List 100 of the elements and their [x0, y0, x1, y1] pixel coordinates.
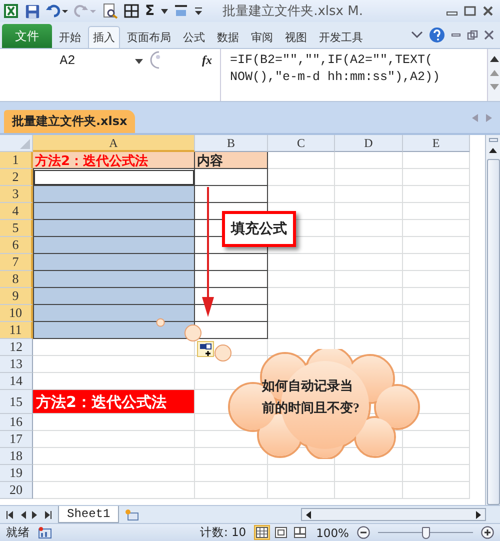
- scrollbar-thumb[interactable]: [486, 159, 500, 505]
- slider-thumb[interactable]: [422, 526, 430, 538]
- horizontal-scrollbar[interactable]: [301, 508, 486, 521]
- row-header[interactable]: 18: [0, 448, 33, 465]
- macro-record-icon[interactable]: [38, 526, 52, 538]
- sheet-prev-icon[interactable]: [19, 510, 26, 518]
- resize-handle[interactable]: [156, 318, 165, 327]
- sheet-tab[interactable]: Sheet1: [58, 506, 120, 523]
- row-header[interactable]: 2: [0, 169, 33, 186]
- scroll-up-icon[interactable]: [489, 148, 497, 153]
- autofill-options-icon[interactable]: [197, 341, 214, 357]
- row-header[interactable]: 6: [0, 237, 33, 254]
- customize-menu-icon[interactable]: [194, 6, 203, 16]
- sheet-last-icon[interactable]: [45, 510, 52, 518]
- column-header[interactable]: B: [195, 135, 268, 152]
- row-header[interactable]: 3: [0, 186, 33, 203]
- count-text: 计数: 10: [200, 525, 246, 540]
- resize-handle[interactable]: [184, 324, 202, 342]
- zoom-in-icon[interactable]: [481, 526, 494, 539]
- table-cell: [403, 271, 470, 288]
- print-preview-icon[interactable]: [102, 3, 118, 19]
- maximize-icon[interactable]: [464, 5, 476, 17]
- resize-handle[interactable]: [214, 344, 232, 362]
- row-header[interactable]: 10: [0, 305, 33, 322]
- row-header[interactable]: 5: [0, 220, 33, 237]
- caret-icon[interactable]: [160, 8, 168, 14]
- table-cell: [335, 186, 403, 203]
- formula-field[interactable]: =IF(B2="","",IF(A2="",TEXT( NOW(),"e-m-d hh:mm:ss"),A2)): [221, 49, 487, 86]
- table-cell: [268, 482, 335, 499]
- file-tab[interactable]: 文件: [2, 24, 52, 48]
- ribbon-tab[interactable]: 开发工具: [314, 26, 368, 48]
- table-cell: [403, 305, 470, 322]
- zoom-out-icon[interactable]: [357, 526, 370, 539]
- table-cell: [403, 220, 470, 237]
- ribbon-tab[interactable]: 审阅: [246, 26, 278, 48]
- page-layout-icon[interactable]: [273, 525, 290, 540]
- column-header[interactable]: A: [33, 135, 195, 152]
- column-header[interactable]: E: [403, 135, 470, 152]
- row-header[interactable]: 16: [0, 414, 33, 431]
- ribbon-tab[interactable]: 页面布局: [122, 26, 176, 48]
- undo-icon[interactable]: [46, 4, 68, 18]
- close-icon[interactable]: [482, 5, 494, 17]
- ribbon-tab[interactable]: 数据: [212, 26, 244, 48]
- row-header[interactable]: 4: [0, 203, 33, 220]
- table-cell: [335, 305, 403, 322]
- split-handle-icon[interactable]: [488, 138, 498, 142]
- table-cell: [403, 288, 470, 305]
- table-cell: [335, 203, 403, 220]
- table-icon[interactable]: [124, 4, 139, 18]
- name-box[interactable]: A2: [0, 49, 135, 68]
- ribbon-tab[interactable]: 插入: [88, 26, 120, 48]
- row-header[interactable]: 17: [0, 431, 33, 448]
- scroll-down-icon[interactable]: [490, 84, 498, 90]
- page-break-icon[interactable]: [292, 525, 308, 540]
- table-cell: [268, 254, 335, 271]
- row-header[interactable]: 15: [0, 390, 33, 414]
- ribbon-tab[interactable]: 开始: [54, 26, 86, 48]
- table-cell: [268, 288, 335, 305]
- ribbon-tab[interactable]: 视图: [280, 26, 312, 48]
- collapse-ribbon-icon[interactable]: [411, 31, 423, 39]
- table-cell: [403, 356, 470, 373]
- row-header[interactable]: 11: [0, 322, 33, 339]
- normal-view-icon[interactable]: [254, 525, 270, 540]
- table-cell: [268, 186, 335, 203]
- sheet-next-icon[interactable]: [32, 510, 39, 518]
- row-header[interactable]: 12: [0, 339, 33, 356]
- new-sheet-icon[interactable]: [125, 508, 140, 520]
- scroll-right-icon[interactable]: [476, 510, 481, 518]
- ribbon-tab[interactable]: 公式: [178, 26, 210, 48]
- scroll-left-icon[interactable]: [306, 510, 311, 518]
- dropdown-icon[interactable]: [135, 59, 143, 64]
- table-cell: [403, 152, 470, 169]
- table-cell: [335, 152, 403, 169]
- table-cell: [403, 339, 470, 356]
- function-button[interactable]: fx: [194, 49, 221, 101]
- close-icon[interactable]: [484, 30, 494, 40]
- row-header[interactable]: 8: [0, 271, 33, 288]
- table-cell: [268, 305, 335, 322]
- table-cell: [403, 186, 470, 203]
- row-header[interactable]: 14: [0, 373, 33, 390]
- workbook-tab[interactable]: 批量建立文件夹.xlsx: [4, 110, 136, 133]
- row-header[interactable]: 1: [0, 152, 33, 169]
- restore-icon[interactable]: [467, 30, 478, 40]
- callout-text: 如何自动记录当 前的时间且不变?: [262, 377, 360, 417]
- table-cell: [403, 237, 470, 254]
- table-cell: [335, 254, 403, 271]
- align-icon[interactable]: [174, 4, 188, 18]
- save-icon[interactable]: [25, 4, 40, 18]
- row-header[interactable]: 13: [0, 356, 33, 373]
- column-header[interactable]: C: [268, 135, 335, 152]
- row-header[interactable]: 9: [0, 288, 33, 305]
- row-header[interactable]: 20: [0, 482, 33, 499]
- column-header[interactable]: D: [335, 135, 403, 152]
- sheet-first-icon[interactable]: [6, 510, 13, 518]
- row-header[interactable]: 19: [0, 465, 33, 482]
- row-header[interactable]: 7: [0, 254, 33, 271]
- sum-button[interactable]: Σ: [145, 3, 155, 19]
- status-text: 就绪: [6, 525, 30, 540]
- table-cell: 方法2：迭代公式法: [33, 390, 195, 414]
- help-icon[interactable]: [429, 27, 445, 43]
